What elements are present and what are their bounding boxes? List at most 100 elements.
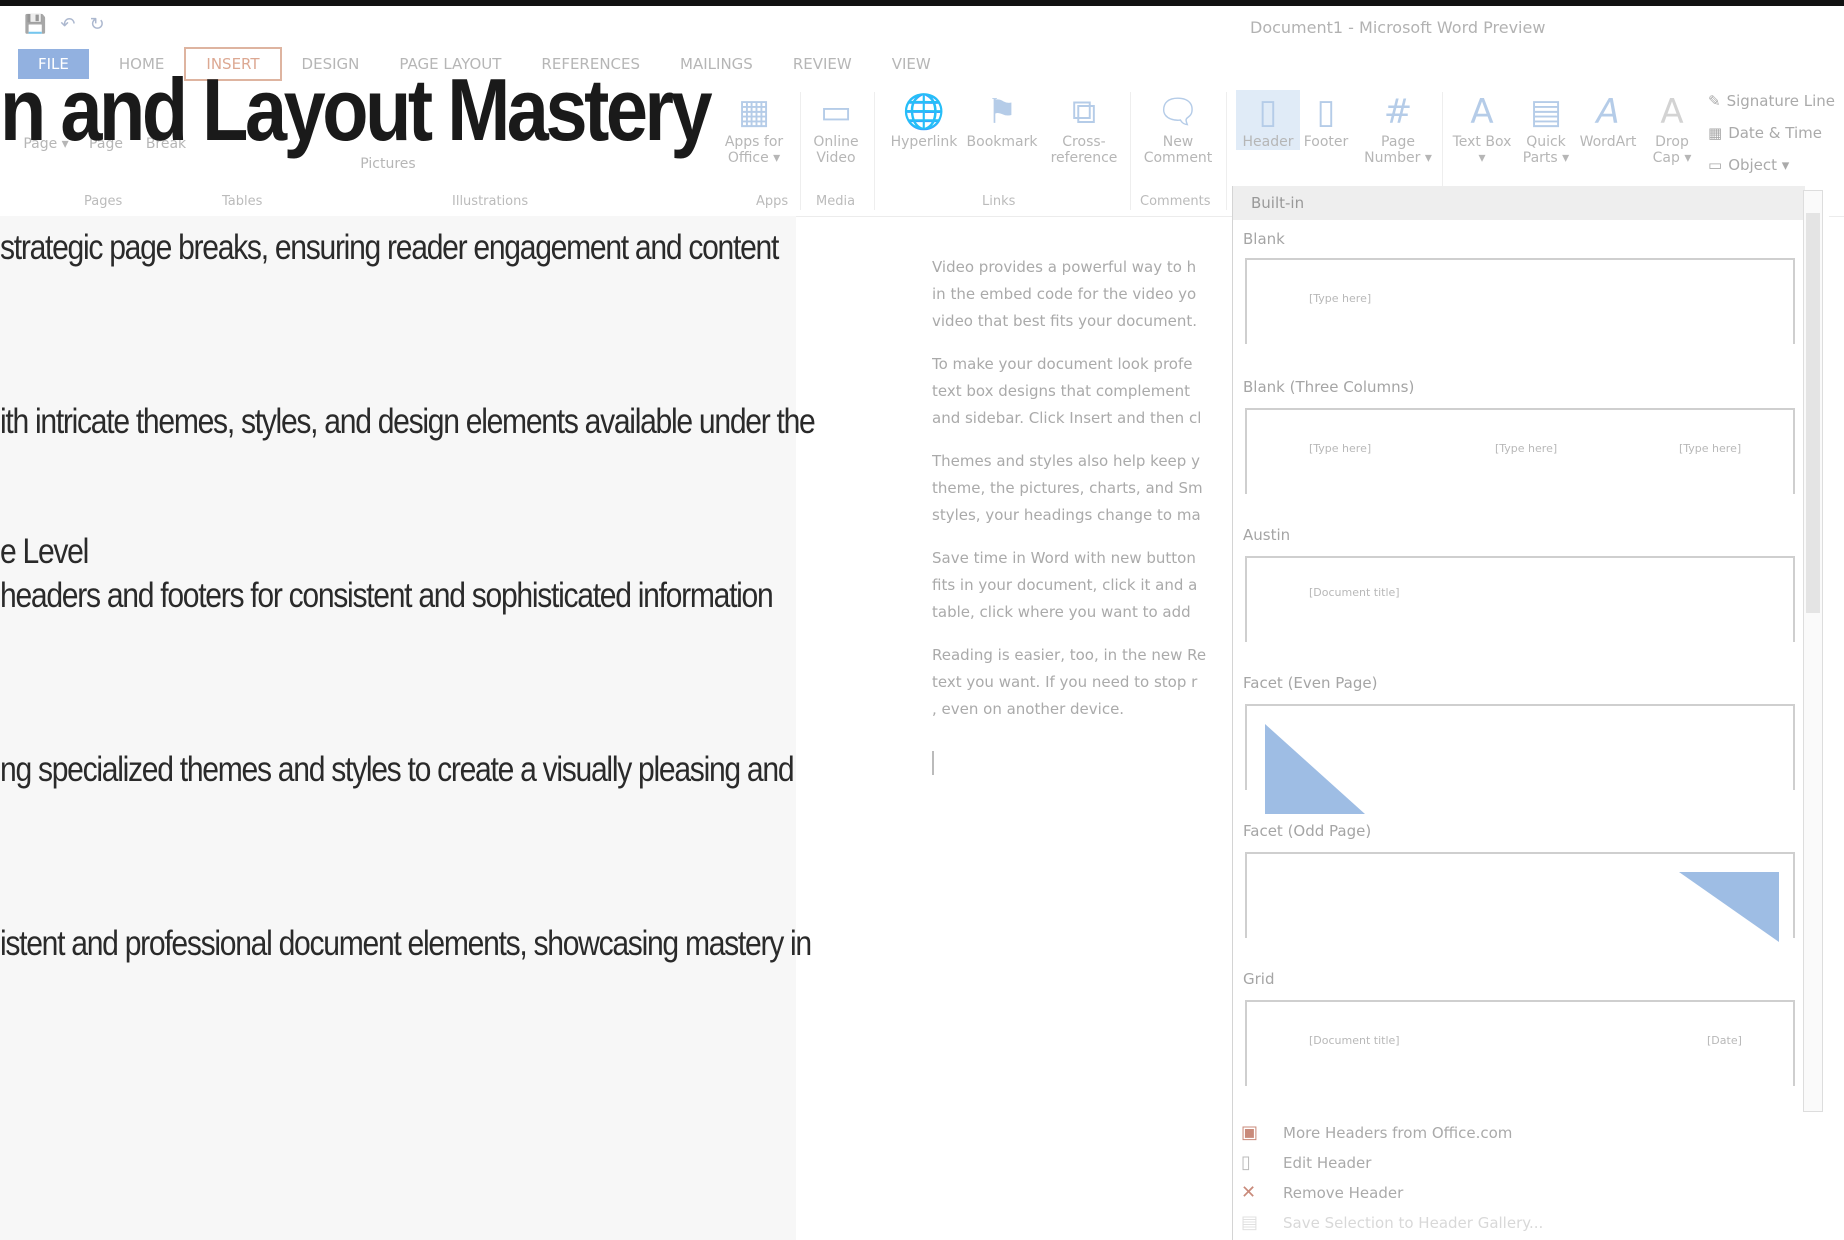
- quick-parts-button[interactable]: ▤ Quick Parts ▾: [1514, 90, 1578, 166]
- gallery-item-facet-odd[interactable]: [1245, 852, 1795, 942]
- calendar-icon: ▦: [1708, 124, 1723, 142]
- drop-cap-icon: A: [1660, 92, 1684, 132]
- undo-icon[interactable]: ↶: [60, 14, 75, 35]
- placeholder-text: [Type here]: [1309, 292, 1372, 305]
- redo-icon[interactable]: ↻: [90, 14, 105, 35]
- ribbon-separator: [800, 92, 801, 210]
- group-links: Links: [982, 194, 1016, 209]
- slide-bullet-1: strategic page breaks, ensuring reader e…: [0, 228, 779, 267]
- page-number-icon: #: [1383, 92, 1413, 132]
- object-icon: ▭: [1708, 156, 1723, 174]
- gallery-item-title: Blank: [1243, 230, 1285, 248]
- gallery-item-title: Blank (Three Columns): [1243, 378, 1415, 396]
- doc-line: Video provides a powerful way to h: [932, 258, 1197, 276]
- group-comments: Comments: [1140, 194, 1211, 209]
- online-video-button[interactable]: ▭ Online Video: [804, 90, 868, 166]
- group-illustrations: Illustrations: [452, 194, 529, 209]
- wordart-icon: A: [1596, 92, 1620, 132]
- comment-icon: 🗨: [1156, 92, 1200, 132]
- gallery-item-blank[interactable]: [Type here]: [1245, 258, 1795, 344]
- doc-line: video that best fits your document.: [932, 312, 1198, 330]
- gallery-item-title: Facet (Odd Page): [1243, 822, 1372, 840]
- placeholder-text: [Document title]: [1309, 1034, 1400, 1047]
- save-selection-icon: ▤: [1241, 1212, 1259, 1233]
- bookmark-button[interactable]: ⚑ Bookmark: [962, 90, 1042, 150]
- slide-bullet-5: istent and professional document element…: [0, 924, 812, 963]
- ribbon-separator: [1226, 92, 1227, 210]
- doc-line: Reading is easier, too, in the new Re: [932, 646, 1207, 664]
- footer-button[interactable]: ▯ Footer: [1294, 90, 1358, 150]
- scrollbar-thumb[interactable]: [1806, 213, 1820, 613]
- save-icon[interactable]: 💾: [24, 14, 46, 35]
- edit-header-icon: ▯: [1241, 1152, 1251, 1173]
- video-icon: ▭: [819, 92, 853, 132]
- slide-bullet-3: headers and footers for consistent and s…: [0, 576, 774, 615]
- doc-line: text box designs that complement: [932, 382, 1191, 400]
- text-box-button[interactable]: A Text Box ▾: [1450, 90, 1514, 166]
- new-comment-button[interactable]: 🗨 New Comment: [1138, 90, 1218, 166]
- slide-bullet-4: ng specialized themes and styles to crea…: [0, 750, 795, 789]
- signature-line-button[interactable]: ✎ Signature Line: [1708, 92, 1835, 110]
- doc-line: and sidebar. Click Insert and then cl: [932, 409, 1202, 427]
- doc-line: Save time in Word with new button: [932, 549, 1196, 567]
- doc-line: Themes and styles also help keep y: [932, 452, 1200, 470]
- group-apps: Apps: [756, 194, 789, 209]
- group-pages: Pages: [84, 194, 123, 209]
- placeholder-text: [Date]: [1707, 1034, 1742, 1047]
- object-button[interactable]: ▭ Object ▾: [1708, 156, 1789, 174]
- quick-parts-icon: ▤: [1529, 92, 1563, 132]
- doc-line: in the embed code for the video yo: [932, 285, 1197, 303]
- header-button[interactable]: ▯ Header: [1236, 90, 1300, 150]
- gallery-item-blank-three-columns[interactable]: [Type here] [Type here] [Type here]: [1245, 408, 1795, 494]
- ribbon-separator: [874, 92, 875, 210]
- placeholder-text: [Type here]: [1309, 442, 1372, 455]
- group-tables: Tables: [222, 194, 263, 209]
- gallery-item-austin[interactable]: [Document title]: [1245, 556, 1795, 642]
- text-box-icon: A: [1470, 92, 1494, 132]
- text-cursor: [932, 751, 934, 775]
- slide-bullet-heading: e Level: [0, 532, 89, 571]
- footer-icon: ▯: [1316, 92, 1336, 132]
- group-media: Media: [816, 194, 856, 209]
- gallery-item-title: Austin: [1243, 526, 1291, 544]
- document-page[interactable]: Video provides a powerful way to h in th…: [920, 216, 1238, 1240]
- placeholder-text: [Type here]: [1679, 442, 1742, 455]
- drop-cap-button[interactable]: A Drop Cap ▾: [1640, 90, 1704, 166]
- slide-title: n and Layout Mastery: [0, 60, 713, 159]
- store-icon: ▦: [737, 92, 771, 132]
- doc-line: , even on another device.: [932, 700, 1125, 718]
- slide-bullet-2: ith intricate themes, styles, and design…: [0, 402, 816, 441]
- page-number-button[interactable]: # Page Number ▾: [1360, 90, 1436, 166]
- gallery-item-title: Facet (Even Page): [1243, 674, 1378, 692]
- facet-shape: [1265, 724, 1365, 814]
- cross-reference-button[interactable]: ⧉ Cross-reference: [1044, 90, 1124, 166]
- date-time-button[interactable]: ▦ Date & Time: [1708, 124, 1822, 142]
- cross-reference-icon: ⧉: [1071, 92, 1097, 132]
- apps-for-office-button[interactable]: ▦ Apps for Office ▾: [722, 90, 786, 166]
- save-selection-menu-item[interactable]: ▤ Save Selection to Header Gallery...: [1241, 1212, 1543, 1233]
- hyperlink-button[interactable]: 🌐 Hyperlink: [884, 90, 964, 150]
- more-headers-menu-item[interactable]: ▣ More Headers from Office.com: [1241, 1122, 1512, 1143]
- gallery-section-heading: Built-in: [1233, 186, 1805, 220]
- gallery-scrollbar[interactable]: [1803, 190, 1823, 1112]
- wordart-button[interactable]: A WordArt: [1576, 90, 1640, 150]
- tab-review[interactable]: REVIEW: [773, 49, 872, 79]
- doc-line: styles, your headings change to ma: [932, 506, 1201, 524]
- window-title: Document1 - Microsoft Word Preview: [1250, 18, 1546, 37]
- facet-shape: [1679, 872, 1779, 942]
- doc-line: text you want. If you need to stop r: [932, 673, 1198, 691]
- word-window-background: 💾 ↶ ↻ Document1 - Microsoft Word Preview…: [0, 6, 1844, 1240]
- gallery-item-facet-even[interactable]: [1245, 704, 1795, 814]
- header-gallery[interactable]: Built-in Blank [Type here] Blank (Three …: [1232, 186, 1829, 1240]
- doc-line: theme, the pictures, charts, and Sm: [932, 479, 1203, 497]
- quick-access-toolbar: 💾 ↶ ↻: [24, 14, 105, 35]
- edit-header-menu-item[interactable]: ▯ Edit Header: [1241, 1152, 1371, 1173]
- doc-line: fits in your document, click it and a: [932, 576, 1198, 594]
- remove-header-menu-item[interactable]: ✕ Remove Header: [1241, 1182, 1403, 1203]
- tab-view[interactable]: VIEW: [872, 49, 951, 79]
- office-online-icon: ▣: [1241, 1122, 1259, 1143]
- gallery-item-title: Grid: [1243, 970, 1275, 988]
- slide-text-panel: [0, 216, 796, 1240]
- gallery-item-grid[interactable]: [Document title] [Date]: [1245, 1000, 1795, 1086]
- globe-link-icon: 🌐: [902, 92, 946, 132]
